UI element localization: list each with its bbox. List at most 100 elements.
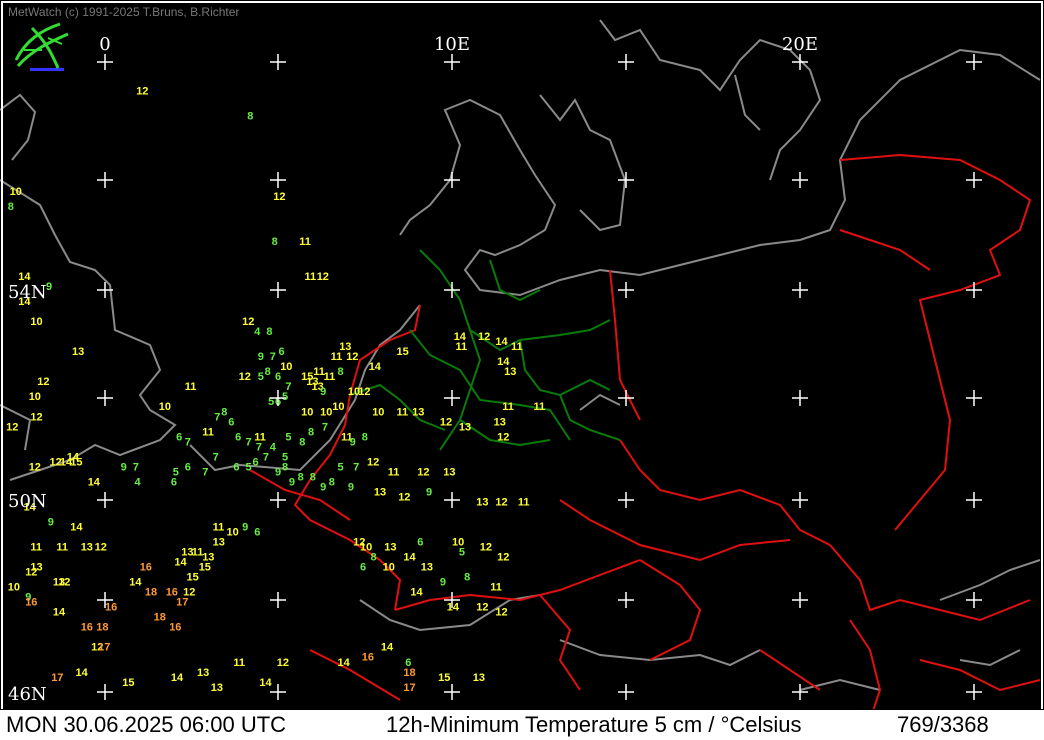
- metwatch-logo: [14, 22, 69, 71]
- grid-cross: [270, 492, 286, 508]
- temperature-value: 11: [233, 657, 245, 669]
- temperature-value: 10: [8, 582, 20, 594]
- temperature-value: 8: [299, 436, 305, 448]
- temperature-value: 13: [504, 366, 516, 378]
- temperature-value: 9: [320, 386, 326, 398]
- temperature-value: 10: [280, 361, 292, 373]
- temperature-value: 13: [211, 682, 223, 694]
- temperature-value: 10: [301, 406, 313, 418]
- temperature-value: 11: [185, 381, 197, 393]
- latitude-label: 54N: [8, 282, 47, 303]
- grid-cross: [792, 172, 808, 188]
- temperature-value: 13: [412, 406, 424, 418]
- temperature-value: 8: [298, 471, 304, 483]
- temperature-value: 18: [154, 612, 166, 624]
- grid-cross: [97, 492, 113, 508]
- grid-cross: [618, 54, 634, 70]
- temperature-value: 5: [285, 431, 291, 443]
- temperature-value: 11: [299, 236, 311, 248]
- grid-cross: [792, 592, 808, 608]
- grid-cross: [97, 390, 113, 406]
- grid-cross: [270, 172, 286, 188]
- temperature-value: 16: [362, 652, 374, 664]
- temperature-value: 12: [476, 602, 488, 614]
- temperature-value: 8: [310, 471, 316, 483]
- grid-cross: [270, 592, 286, 608]
- temperature-value: 9: [289, 476, 295, 488]
- grid-cross: [966, 492, 982, 508]
- grid-cross: [270, 54, 286, 70]
- temperature-value: 6: [233, 461, 239, 473]
- temperature-value: 11: [388, 466, 400, 478]
- temperature-value: 13: [374, 486, 386, 498]
- temperature-value: 12: [367, 456, 379, 468]
- temperature-value: 8: [265, 366, 271, 378]
- temperature-value: 16: [169, 622, 181, 634]
- temperature-value: 11: [534, 401, 546, 413]
- product-label: 12h-Minimum Temperature 5 cm / °Celsius: [386, 712, 802, 737]
- temperature-value: 18: [96, 622, 108, 634]
- temperature-value: 11: [324, 371, 336, 383]
- temperature-value: 5: [338, 461, 344, 473]
- temperature-value: 8: [308, 426, 314, 438]
- temperature-value: 14: [410, 587, 423, 599]
- temperature-value: 12: [239, 371, 251, 383]
- temperature-value: 6: [360, 562, 366, 574]
- temperature-value: 6: [228, 416, 234, 428]
- temperature-value: 12: [29, 461, 41, 473]
- longitude-label: 20E: [782, 34, 818, 55]
- temperature-value: 11: [490, 582, 502, 594]
- temperature-value: 11: [305, 271, 317, 283]
- grid-cross: [444, 684, 460, 700]
- temperature-value: 8: [371, 552, 377, 564]
- temperature-value: 8: [8, 201, 14, 213]
- temperature-value: 12: [183, 587, 195, 599]
- temperature-value: 11: [511, 341, 523, 353]
- temperature-value: 5: [459, 547, 465, 559]
- temperature-value: 16: [81, 622, 93, 634]
- latitude-label: 50N: [8, 491, 47, 512]
- temperature-value: 10: [383, 562, 395, 574]
- temperature-value: 12: [495, 496, 507, 508]
- temperature-value: 11: [213, 522, 225, 534]
- temperature-value: 10: [227, 527, 239, 539]
- station-count: 769/3368: [897, 712, 989, 737]
- temperature-value: 7: [202, 466, 208, 478]
- temperature-value: 12: [480, 542, 492, 554]
- temperature-value: 8: [247, 111, 253, 123]
- temperature-value: 9: [121, 461, 127, 473]
- temperature-value: 13: [213, 537, 225, 549]
- temperature-value: 14: [259, 677, 272, 689]
- temperature-value: 11: [518, 496, 530, 508]
- temperature-value: 9: [348, 481, 354, 493]
- temperature-value: 6: [254, 527, 260, 539]
- temperature-value: 8: [362, 431, 368, 443]
- temperature-value: 12: [37, 376, 49, 388]
- temperature-value: 8: [338, 366, 344, 378]
- temperature-value: 10: [29, 391, 41, 403]
- temperature-value: 5: [282, 391, 288, 403]
- temperature-value: 12: [277, 657, 289, 669]
- temperature-value: 6: [253, 456, 259, 468]
- temperature-value: 14: [70, 522, 83, 534]
- grid-cross: [618, 684, 634, 700]
- temperature-value: 7: [322, 421, 328, 433]
- copyright-credit: MetWatch (c) 1991-2025 T.Bruns, B.Richte…: [8, 5, 240, 19]
- temperature-value: 13: [443, 466, 455, 478]
- temperature-value: 13: [197, 667, 209, 679]
- grid-cross: [444, 390, 460, 406]
- temperature-value: 15: [397, 346, 409, 358]
- temperature-value: 13: [473, 672, 485, 684]
- grid-cross: [618, 492, 634, 508]
- grid-cross: [966, 684, 982, 700]
- temperature-value: 12: [478, 331, 490, 343]
- temperature-value: 10: [372, 406, 384, 418]
- temperature-value: 13: [494, 416, 506, 428]
- temperature-value: 11: [331, 351, 343, 363]
- grid-cross: [618, 172, 634, 188]
- temperature-value: 11: [202, 426, 214, 438]
- temperature-value: 12: [273, 191, 285, 203]
- grid-cross: [444, 492, 460, 508]
- grid-cross: [792, 390, 808, 406]
- longitude-label: 10E: [434, 34, 470, 55]
